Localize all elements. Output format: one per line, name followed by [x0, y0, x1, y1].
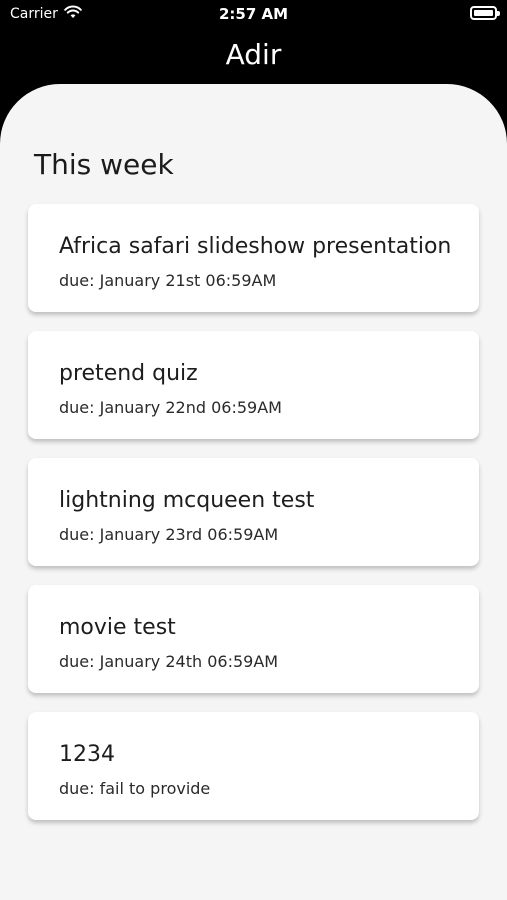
task-card[interactable]: Africa safari slideshow presentation due… [28, 204, 479, 312]
page-title: Adir [225, 38, 282, 71]
task-card[interactable]: 1234 due: fail to provide [28, 712, 479, 820]
task-card[interactable]: pretend quiz due: January 22nd 06:59AM [28, 331, 479, 439]
task-title: pretend quiz [59, 361, 198, 386]
task-title: movie test [59, 615, 176, 640]
status-time: 2:57 AM [218, 5, 289, 23]
task-due: due: January 21st 06:59AM [59, 271, 277, 290]
task-due: due: January 23rd 06:59AM [59, 525, 279, 544]
task-title: Africa safari slideshow presentation [59, 234, 452, 259]
status-bar: Carrier 2:57 AM [0, 0, 507, 28]
task-title: 1234 [59, 742, 115, 767]
task-card[interactable]: lightning mcqueen test due: January 23rd… [28, 458, 479, 566]
task-due: due: January 24th 06:59AM [59, 652, 279, 671]
section-title: This week [34, 148, 174, 181]
task-due: due: January 22nd 06:59AM [59, 398, 282, 417]
battery-icon [470, 6, 500, 20]
task-due: due: fail to provide [59, 779, 211, 798]
task-title: lightning mcqueen test [59, 488, 315, 513]
task-card[interactable]: movie test due: January 24th 06:59AM [28, 585, 479, 693]
